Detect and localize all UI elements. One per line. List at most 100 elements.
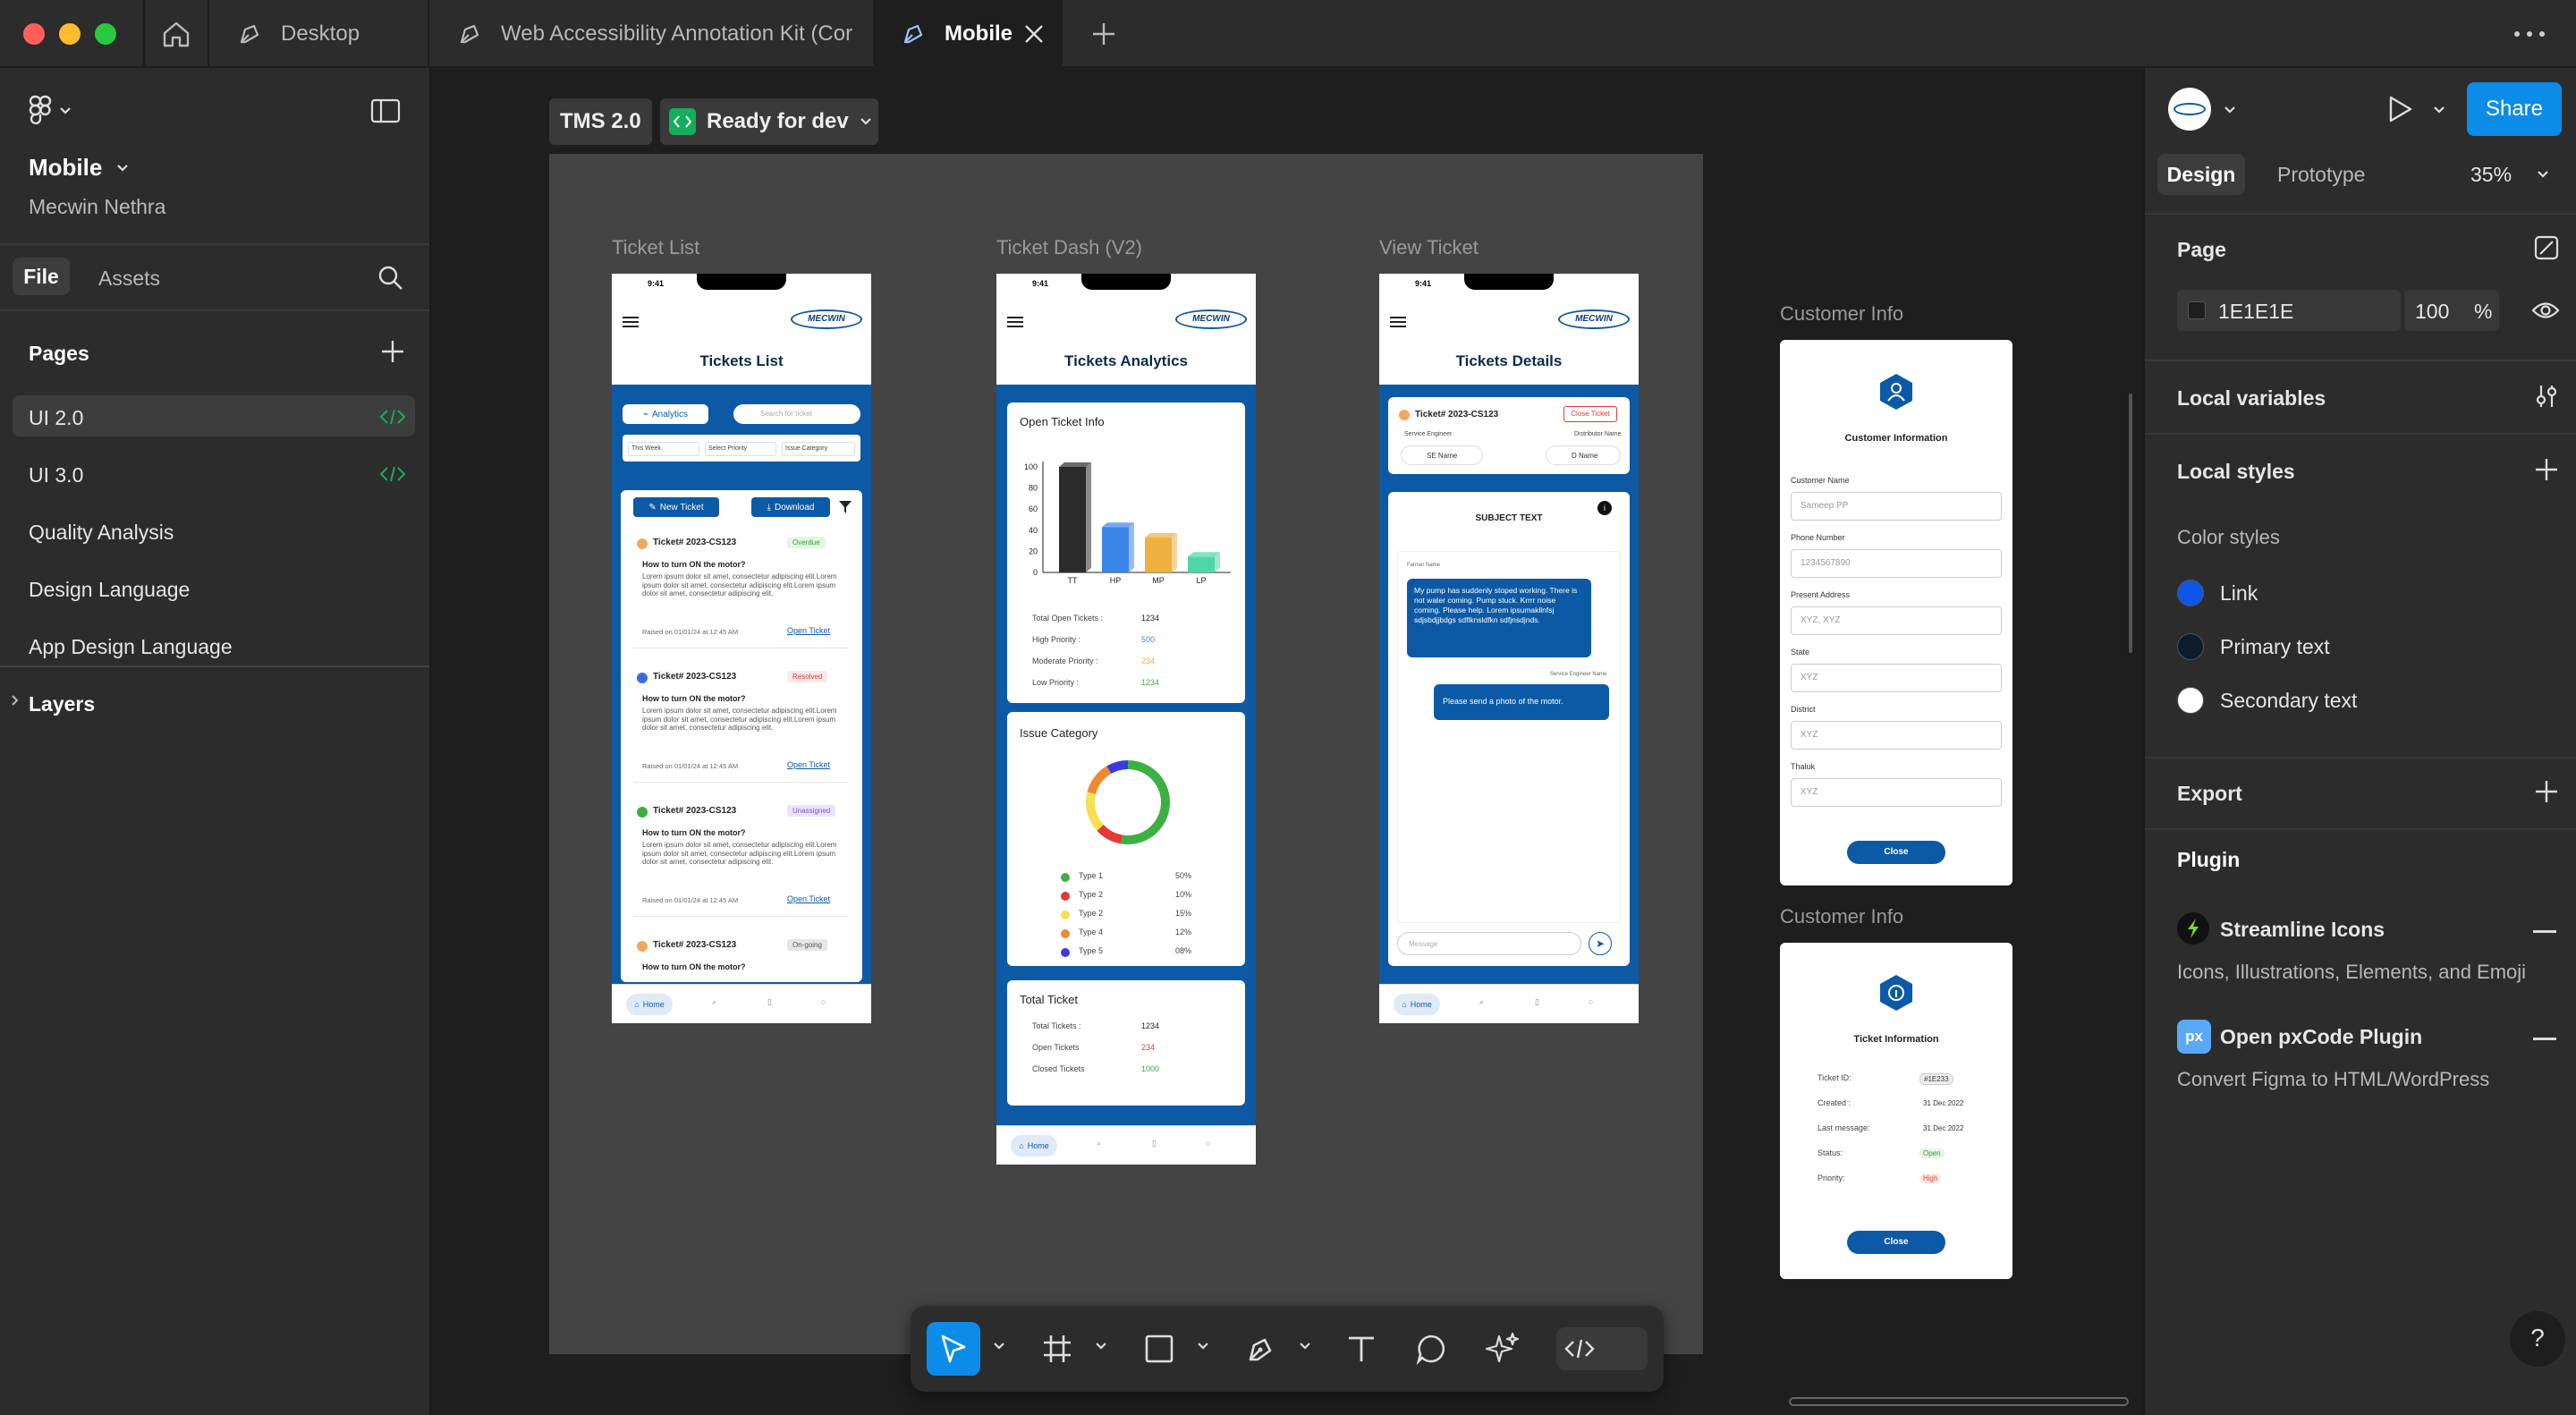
page-color-field[interactable]: 1E1E1E — [2177, 290, 2401, 331]
open-ticket-link[interactable]: Open Ticket — [787, 626, 830, 635]
close-button[interactable]: Close — [1847, 841, 1945, 864]
color-style-name[interactable]: Primary text — [2220, 635, 2330, 659]
info-icon[interactable]: i — [1597, 501, 1612, 515]
tab-file[interactable]: File — [13, 258, 70, 295]
color-style-name[interactable]: Secondary text — [2220, 689, 2357, 713]
minimize-window-button[interactable] — [59, 23, 80, 45]
hamburger-menu-icon[interactable] — [1390, 317, 1406, 327]
maximize-window-button[interactable] — [95, 23, 116, 45]
page-opacity-field[interactable]: 100 % — [2404, 290, 2499, 331]
search-icon[interactable]: ⌕ — [1479, 997, 1484, 1007]
map-icon[interactable]: ▯ — [767, 997, 772, 1007]
minus-icon[interactable] — [2533, 930, 2556, 933]
vertical-scrollbar[interactable] — [2129, 394, 2132, 653]
text-tool-button[interactable] — [1335, 1322, 1388, 1376]
field-input[interactable]: XYZ — [1791, 721, 2002, 750]
more-menu-icon[interactable] — [2512, 27, 2547, 41]
frame-tool-button[interactable] — [1030, 1322, 1084, 1376]
file-name-button[interactable]: Mobile — [29, 154, 129, 182]
filter-week[interactable]: This Week — [628, 442, 699, 456]
frame-label-view-ticket[interactable]: View Ticket — [1379, 236, 1479, 259]
present-play-icon[interactable] — [2386, 95, 2413, 123]
color-style-name[interactable]: Link — [2220, 581, 2258, 606]
main-menu-button[interactable] — [29, 95, 72, 127]
nav-home[interactable]: ⌂ Home — [1011, 1135, 1057, 1157]
close-button[interactable]: Close — [1847, 1231, 1945, 1254]
distributor-select[interactable]: D Name — [1546, 445, 1621, 465]
help-button[interactable]: ? — [2510, 1311, 2565, 1367]
chevron-down-icon[interactable] — [2433, 106, 2445, 114]
hamburger-menu-icon[interactable] — [1007, 317, 1023, 327]
sidebar-toggle-icon[interactable] — [370, 98, 401, 123]
add-export-icon[interactable] — [2533, 778, 2560, 805]
tab-desktop[interactable]: Desktop — [209, 0, 428, 68]
frame-customer-info[interactable]: Customer Information Close Customer Name… — [1780, 340, 2012, 885]
nav-home[interactable]: ⌂ Home — [1394, 994, 1440, 1015]
layers-heading[interactable]: Layers — [29, 692, 95, 716]
hamburger-menu-icon[interactable] — [623, 317, 639, 327]
close-ticket-button[interactable]: Close Ticket — [1563, 406, 1617, 422]
page-item-quality-analysis[interactable]: Quality Analysis — [29, 521, 174, 545]
filter-icon[interactable] — [837, 499, 853, 515]
move-tool-button[interactable] — [927, 1322, 980, 1376]
nav-home[interactable]: ⌂ Home — [626, 994, 673, 1015]
profile-icon[interactable]: ○ — [1589, 997, 1593, 1006]
frame-label-ticket-list[interactable]: Ticket List — [612, 236, 699, 259]
frame-label-ticket-dash[interactable]: Ticket Dash (V2) — [996, 236, 1142, 259]
map-icon[interactable]: ▯ — [1535, 997, 1539, 1007]
open-ticket-link[interactable]: Open Ticket — [787, 760, 830, 769]
variables-sliders-icon[interactable] — [2533, 383, 2560, 410]
frame-ticket-dash[interactable]: 9:41 MECWIN Tickets Analytics Open Ticke… — [996, 274, 1256, 1165]
filter-category[interactable]: Issue Category — [782, 442, 855, 456]
plugin-name-streamline[interactable]: Streamline Icons — [2220, 918, 2385, 942]
dev-mode-toggle[interactable] — [1556, 1327, 1648, 1370]
horizontal-scrollbar[interactable] — [1789, 1397, 2129, 1406]
search-input[interactable]: Search for ticket — [733, 404, 860, 424]
minus-icon[interactable] — [2533, 1038, 2556, 1040]
add-style-icon[interactable] — [2533, 456, 2560, 483]
page-settings-icon[interactable] — [2533, 234, 2560, 261]
frame-label-customer-info[interactable]: Customer Info — [1780, 302, 1903, 326]
se-select[interactable]: SE Name — [1401, 445, 1483, 465]
new-ticket-button[interactable]: ✎ New Ticket — [633, 497, 719, 517]
ready-for-dev-chip[interactable]: Ready for dev — [660, 98, 878, 145]
close-window-button[interactable] — [23, 23, 45, 45]
plugin-name-pxcode[interactable]: Open pxCode Plugin — [2220, 1025, 2422, 1049]
profile-icon[interactable]: ○ — [1206, 1139, 1210, 1148]
frame-ticket-list[interactable]: 9:41 MECWIN Tickets List ⌁ Analytics Sear… — [612, 274, 871, 1023]
tab-mobile[interactable]: Mobile — [873, 0, 1063, 68]
chevron-down-icon[interactable] — [1197, 1342, 1209, 1351]
field-input[interactable]: 1234567890 — [1791, 549, 2002, 578]
map-icon[interactable]: ▯ — [1152, 1139, 1157, 1148]
page-item-design-language[interactable]: Design Language — [29, 578, 190, 602]
search-icon[interactable]: ⌕ — [1097, 1139, 1101, 1148]
visibility-eye-icon[interactable] — [2531, 297, 2560, 324]
tab-assets[interactable]: Assets — [98, 267, 160, 291]
rectangle-tool-button[interactable] — [1132, 1322, 1186, 1376]
home-icon[interactable] — [161, 20, 191, 48]
page-item-ui-3[interactable]: UI 3.0 — [29, 463, 83, 487]
send-icon[interactable]: ➤ — [1589, 932, 1612, 955]
close-tab-icon[interactable] — [1021, 21, 1046, 47]
chevron-down-icon[interactable] — [2537, 170, 2549, 179]
search-icon[interactable]: ⌕ — [712, 997, 716, 1007]
tab-prototype[interactable]: Prototype — [2277, 163, 2365, 187]
chevron-down-icon[interactable] — [1299, 1342, 1311, 1351]
field-input[interactable]: XYZ, XYZ — [1791, 606, 2002, 635]
field-input[interactable]: XYZ — [1791, 664, 2002, 692]
analytics-button[interactable]: ⌁ Analytics — [623, 404, 708, 424]
share-button[interactable]: Share — [2467, 82, 2562, 136]
frame-view-ticket[interactable]: 9:41 MECWIN Tickets Details Ticket# 2023… — [1379, 274, 1639, 1023]
tab-design[interactable]: Design — [2157, 154, 2245, 195]
chevron-down-icon[interactable] — [2224, 106, 2236, 114]
field-input[interactable]: Sameep PP — [1791, 492, 2002, 521]
section-name-chip[interactable]: TMS 2.0 — [549, 98, 652, 145]
tab-annotation-kit[interactable]: Web Accessibility Annotation Kit (Cor — [429, 0, 873, 68]
comment-tool-button[interactable] — [1404, 1322, 1458, 1376]
download-button[interactable]: ⤓ Download — [751, 497, 830, 517]
search-icon[interactable] — [377, 265, 404, 292]
zoom-level[interactable]: 35% — [2470, 163, 2512, 187]
field-input[interactable]: XYZ — [1791, 778, 2002, 807]
page-item-ui-2[interactable]: UI 2.0 — [29, 406, 83, 430]
new-tab-icon[interactable] — [1089, 20, 1118, 48]
